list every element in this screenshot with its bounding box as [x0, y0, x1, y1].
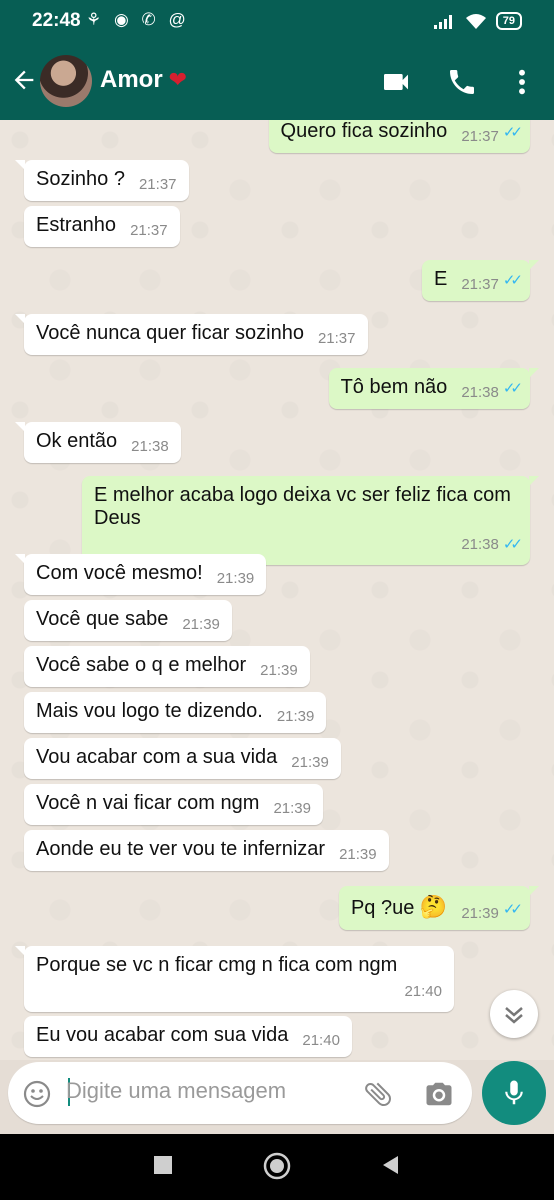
message-outgoing[interactable]: Tô bem não 21:38 ✓✓ [328, 368, 540, 409]
wifi-icon [465, 14, 486, 29]
video-call-icon[interactable] [380, 66, 412, 98]
status-right: 79 [433, 12, 522, 30]
read-ticks-icon: ✓✓ [502, 124, 523, 141]
status-bar: 22:48 ⚘ ◉ ✆ @ 79 [0, 0, 554, 42]
phone-icon[interactable] [446, 66, 478, 98]
chevron-down-icon [505, 1007, 523, 1024]
message-incoming[interactable]: Aonde eu te ver vou te infernizar 21:39 [24, 830, 389, 871]
read-ticks-icon: ✓✓ [502, 380, 523, 397]
home-icon[interactable] [262, 1151, 292, 1181]
status-time: 22:48 [32, 10, 81, 31]
back-nav-icon[interactable] [380, 1154, 402, 1176]
message-incoming[interactable]: Vou acabar com a sua vida 21:39 [24, 738, 341, 779]
chat-header: Amor ❤ [0, 42, 554, 120]
message-outgoing[interactable]: E 21:37 ✓✓ [421, 260, 540, 301]
message-incoming[interactable]: Ok então 21:38 [15, 422, 181, 463]
camera-icon[interactable] [424, 1079, 454, 1109]
system-navigation-bar [0, 1134, 554, 1200]
message-input[interactable] [66, 1078, 326, 1104]
message-incoming[interactable]: Eu vou acabar com sua vida 21:40 [24, 1016, 352, 1057]
notification-icons: ⚘ ◉ ✆ @ [86, 10, 190, 29]
read-ticks-icon: ✓✓ [502, 901, 523, 918]
message-incoming[interactable]: Você n vai ficar com ngm 21:39 [24, 784, 323, 825]
signal-icon [433, 15, 452, 29]
message-composer [8, 1062, 472, 1124]
message-outgoing[interactable]: Quero fica sozinho 21:37 ✓✓ [268, 120, 530, 153]
message-incoming[interactable]: Você sabe o q e melhor 21:39 [24, 646, 310, 687]
emoji-icon[interactable] [22, 1079, 52, 1109]
mic-icon [505, 1080, 523, 1105]
message-incoming[interactable]: Com você mesmo! 21:39 [14, 554, 267, 595]
message-outgoing[interactable]: E melhor acaba logo deixa vc ser feliz f… [82, 476, 539, 565]
message-incoming[interactable]: Estranho 21:37 [24, 206, 180, 247]
message-incoming[interactable]: Você nunca quer ficar sozinho 21:37 [15, 314, 368, 355]
contact-avatar[interactable] [40, 55, 92, 107]
message-incoming[interactable]: Mais vou logo te dizendo. 21:39 [24, 692, 327, 733]
message-incoming[interactable]: Você que sabe 21:39 [24, 600, 232, 641]
attach-icon[interactable] [362, 1078, 394, 1110]
message-incoming[interactable]: Sozinho ? 21:37 [15, 160, 189, 201]
contact-name[interactable]: Amor ❤ [100, 66, 187, 94]
message-outgoing[interactable]: Pq ?ue 🤔 21:39 ✓✓ [338, 886, 540, 930]
thinking-face-emoji: 🤔 [419, 894, 448, 919]
read-ticks-icon: ✓✓ [502, 272, 523, 289]
more-vert-icon[interactable] [506, 66, 538, 98]
message-list[interactable]: Quero fica sozinho 21:37 ✓✓ Sozinho ? 21:37… [0, 120, 554, 1060]
battery-icon: 79 [495, 12, 522, 30]
read-ticks-icon: ✓✓ [502, 536, 523, 553]
voice-message-button[interactable] [482, 1061, 546, 1125]
back-arrow-icon[interactable] [10, 66, 38, 94]
message-incoming[interactable]: Porque se vc n ficar cmg n fica com ngm … [15, 946, 454, 1012]
recents-icon[interactable] [152, 1154, 174, 1176]
scroll-to-bottom-button[interactable] [490, 990, 538, 1038]
heart-emoji: ❤ [168, 67, 188, 92]
